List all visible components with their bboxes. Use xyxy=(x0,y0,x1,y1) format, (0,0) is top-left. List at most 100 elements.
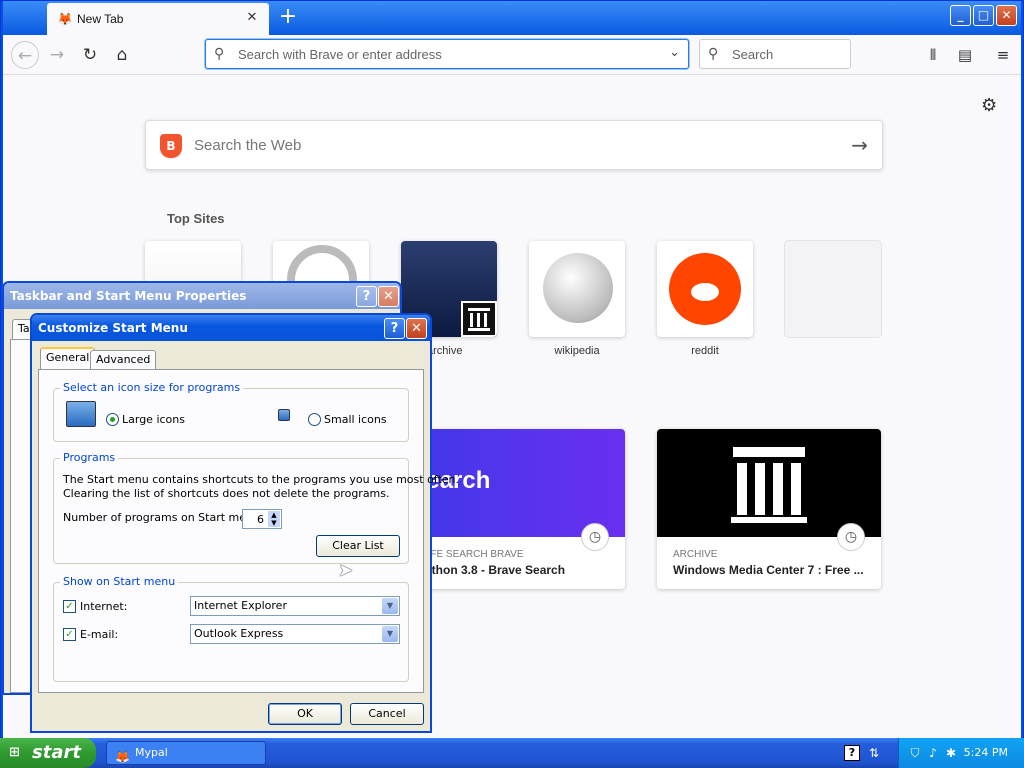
gear-icon[interactable]: ⚙ xyxy=(981,95,997,116)
highlight-card[interactable]: ◷ ARCHIVE Windows Media Center 7 : Free … xyxy=(657,429,881,589)
ok-button[interactable]: OK xyxy=(268,703,342,725)
windows-flag-icon: ⊞ xyxy=(9,745,20,760)
top-sites-heading: Top Sites xyxy=(167,211,225,226)
num-programs-value: 6 xyxy=(257,513,264,526)
highlight-title: Python 3.8 - Brave Search xyxy=(417,563,566,577)
home-button[interactable]: ⌂ xyxy=(108,41,136,69)
start-label: start xyxy=(32,742,81,763)
arrow-right-icon[interactable]: → xyxy=(851,133,868,157)
sound-icon[interactable]: ♪ xyxy=(925,745,941,761)
top-site-wikipedia[interactable] xyxy=(529,241,625,337)
group-label: Select an icon size for programs xyxy=(60,381,244,394)
tab-title: New Tab xyxy=(77,12,124,26)
tab-bar: 🦊 New Tab ✕ + _ □ ✕ xyxy=(3,1,1021,35)
num-programs-stepper[interactable]: 6 ▲ ▼ xyxy=(242,509,282,529)
maximize-button[interactable]: □ xyxy=(973,5,994,26)
email-label: E-mail: xyxy=(80,628,119,641)
system-tray: ⛉ ♪ ✱ 5:24 PM xyxy=(898,738,1024,768)
email-value: Outlook Express xyxy=(194,627,284,640)
back-button[interactable]: ← xyxy=(11,41,39,69)
library-icon[interactable]: ⫴ xyxy=(921,43,945,67)
large-computer-icon xyxy=(66,401,96,427)
internet-checkbox[interactable]: ✓ xyxy=(63,600,76,613)
shield-icon[interactable]: ⛉ xyxy=(907,745,923,761)
cancel-button[interactable]: Cancel xyxy=(350,703,424,725)
reddit-face xyxy=(691,283,719,301)
mouse-cursor-icon: ➤ xyxy=(338,560,354,581)
num-programs-label: Number of programs on Start menu: xyxy=(63,511,264,524)
top-site-reddit[interactable] xyxy=(657,241,753,337)
programs-description: Clearing the list of shortcuts does not … xyxy=(63,487,390,500)
tab-general[interactable]: General xyxy=(40,347,96,369)
show-on-start-group: Show on Start menu ✓ Internet: Internet … xyxy=(53,575,409,682)
web-search-placeholder: Search the Web xyxy=(194,137,302,154)
close-button[interactable]: ✕ xyxy=(378,286,399,307)
nav-bar: ← → ↻ ⌂ ⚲ Search with Brave or enter add… xyxy=(3,35,1021,75)
small-computer-icon xyxy=(278,409,290,421)
security-icon[interactable]: ✱ xyxy=(943,745,959,761)
tab-advanced[interactable]: Advanced xyxy=(90,350,157,370)
archive-logo-icon xyxy=(731,447,807,523)
icon-size-group: Select an icon size for programs Large i… xyxy=(53,381,409,442)
tab-close-icon[interactable]: ✕ xyxy=(243,9,261,27)
highlight-image xyxy=(657,429,881,537)
wikipedia-globe-icon xyxy=(543,253,613,323)
top-site-label: reddit xyxy=(691,345,719,357)
internet-value: Internet Explorer xyxy=(194,599,287,612)
group-label: Programs xyxy=(60,451,119,464)
large-icons-label: Large icons xyxy=(122,413,185,426)
reload-button[interactable]: ↻ xyxy=(76,41,104,69)
forward-button[interactable]: → xyxy=(43,41,71,69)
mypal-icon: 🦊 xyxy=(115,750,130,764)
search-input[interactable]: ⚲ Search xyxy=(699,39,851,69)
chevron-down-icon[interactable]: ▼ xyxy=(382,626,398,642)
group-label: Show on Start menu xyxy=(60,575,179,588)
highlight-source: ARCHIVE xyxy=(673,549,718,560)
highlight-source: SAFE SEARCH BRAVE xyxy=(417,549,524,560)
customize-start-menu-dialog: Customize Start Menu ? ✕ General Advance… xyxy=(30,313,459,733)
dialog-title: Taskbar and Start Menu Properties xyxy=(4,283,400,309)
clock-icon: ◷ xyxy=(581,523,609,551)
clear-list-button[interactable]: Clear List xyxy=(316,535,400,557)
window-controls: _ □ ✕ xyxy=(950,5,1017,26)
minimize-button[interactable]: _ xyxy=(950,5,971,26)
new-tab-button[interactable]: + xyxy=(275,5,301,31)
chevron-down-icon[interactable]: ⌄ xyxy=(669,45,680,60)
help-button[interactable]: ? xyxy=(356,286,377,307)
taskbar-item-mypal[interactable]: 🦊 Mypal xyxy=(106,741,266,765)
search-icon: ⚲ xyxy=(214,46,225,62)
clock: 5:24 PM xyxy=(963,746,1008,759)
dialog-title: Customize Start Menu xyxy=(32,315,430,341)
taskbar-item-label: Mypal xyxy=(135,746,168,759)
search-placeholder: Search xyxy=(732,47,774,62)
start-button[interactable]: ⊞ start xyxy=(0,738,96,768)
url-bar[interactable]: ⚲ Search with Brave or enter address ⌄ xyxy=(205,39,689,69)
taskbar: ⊞ start 🦊 Mypal ? ⇅ ⛉ ♪ ✱ 5:24 PM xyxy=(0,738,1024,768)
large-icons-radio[interactable] xyxy=(106,413,119,426)
sidebar-icon[interactable]: ▤ xyxy=(953,43,977,67)
small-icons-radio[interactable] xyxy=(308,413,321,426)
internet-select[interactable]: Internet Explorer ▼ xyxy=(190,596,400,616)
brave-logo-icon: B xyxy=(160,134,182,158)
spinner-arrows-icon[interactable]: ▲ ▼ xyxy=(268,511,280,527)
small-icons-label: Small icons xyxy=(324,413,387,426)
tab-new-tab[interactable]: 🦊 New Tab ✕ xyxy=(47,3,269,35)
search-icon: ⚲ xyxy=(708,46,719,62)
top-site-empty[interactable] xyxy=(785,241,881,337)
archive-logo-icon xyxy=(461,301,497,337)
email-checkbox[interactable]: ✓ xyxy=(63,628,76,641)
network-icon[interactable]: ⇅ xyxy=(866,745,882,761)
tab-favicon-icon: 🦊 xyxy=(57,12,73,26)
close-button[interactable]: ✕ xyxy=(406,318,427,339)
programs-group: Programs The Start menu contains shortcu… xyxy=(53,451,459,564)
menu-icon[interactable]: ≡ xyxy=(991,43,1015,67)
reddit-icon xyxy=(669,253,741,325)
help-icon[interactable]: ? xyxy=(844,745,860,761)
web-search-box[interactable]: B Search the Web → xyxy=(145,120,883,170)
highlight-card[interactable]: search ◷ SAFE SEARCH BRAVE Python 3.8 - … xyxy=(401,429,625,589)
internet-label: Internet: xyxy=(80,600,128,613)
chevron-down-icon[interactable]: ▼ xyxy=(382,598,398,614)
email-select[interactable]: Outlook Express ▼ xyxy=(190,624,400,644)
help-button[interactable]: ? xyxy=(384,318,405,339)
close-window-button[interactable]: ✕ xyxy=(996,5,1017,26)
